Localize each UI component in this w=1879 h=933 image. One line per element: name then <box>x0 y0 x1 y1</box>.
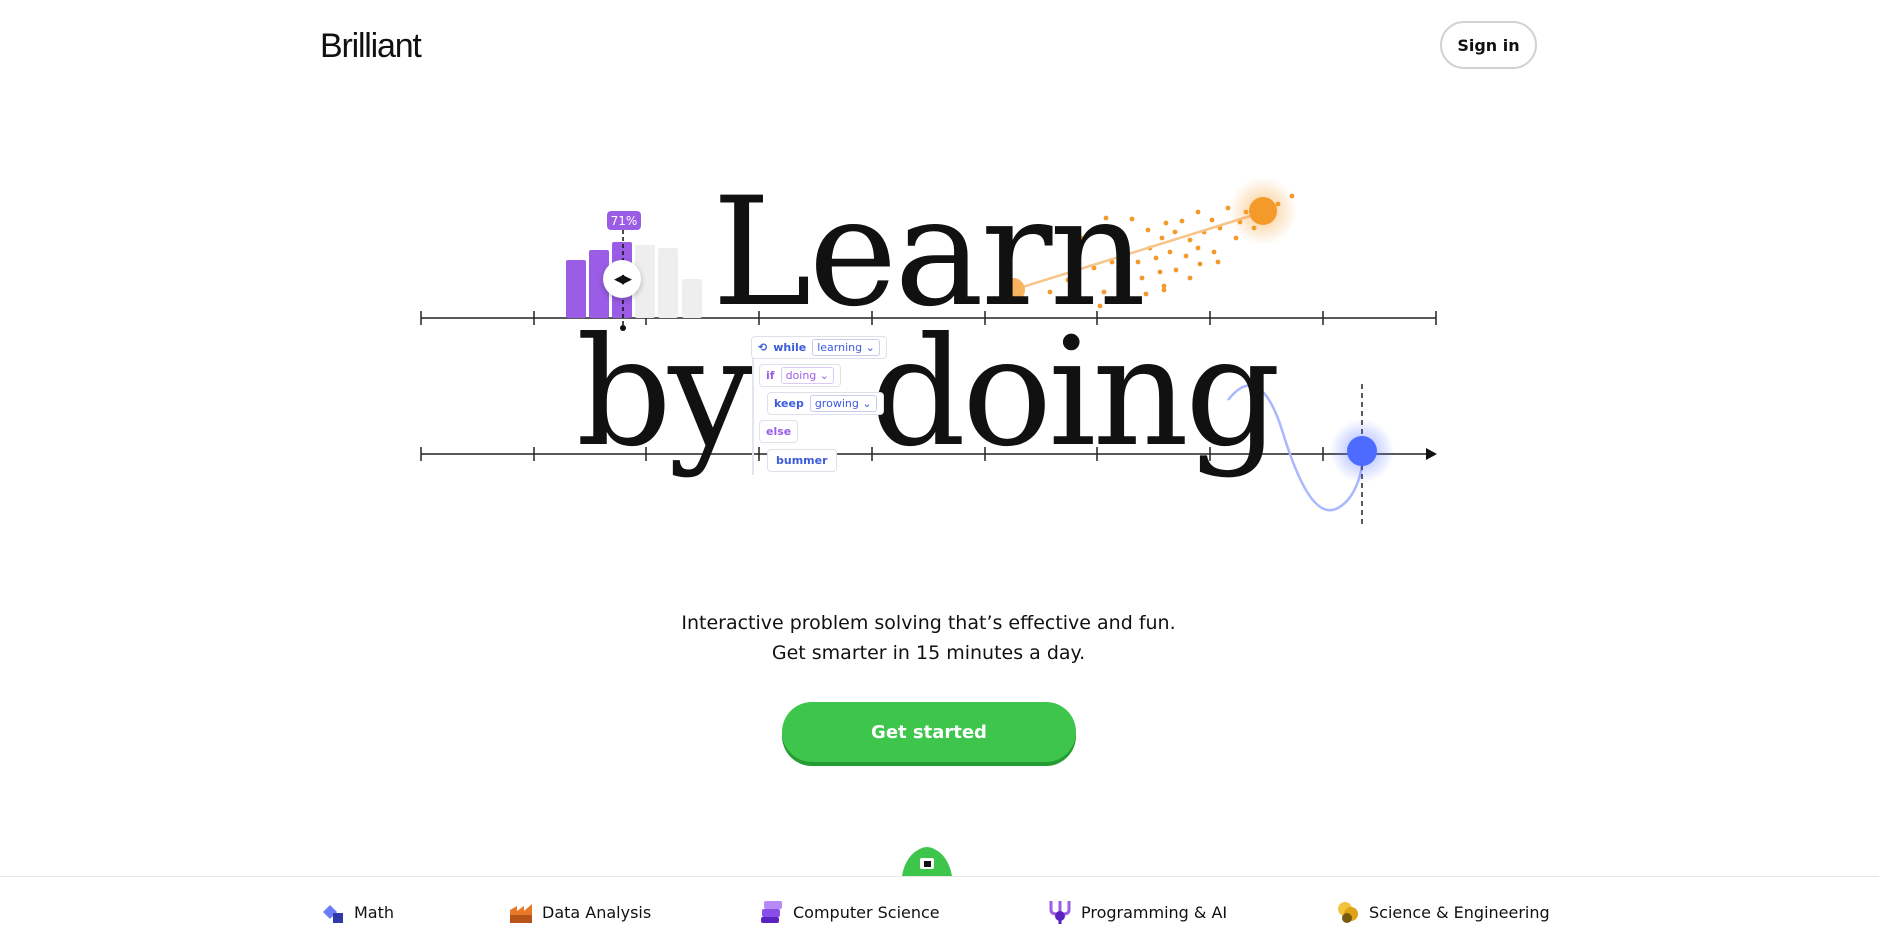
category-programming-ai[interactable]: Programming & AI <box>1048 896 1227 928</box>
while-keyword: while <box>773 341 807 354</box>
if-keyword: if <box>766 369 775 382</box>
drag-handle-icon[interactable]: ◀▶ <box>603 260 641 298</box>
if-arg-dropdown[interactable]: doing ⌄ <box>780 367 835 384</box>
sine-handle <box>1347 436 1377 466</box>
keep-keyword: keep <box>774 397 804 410</box>
code-while-block[interactable]: ⟲ while learning ⌄ <box>751 336 887 359</box>
code-rail <box>752 345 754 475</box>
category-computer-science[interactable]: Computer Science <box>760 896 940 928</box>
mascot-icon <box>902 847 952 876</box>
code-if-block[interactable]: if doing ⌄ <box>759 364 842 387</box>
science-engineering-icon <box>1338 902 1358 923</box>
category-label: Programming & AI <box>1081 902 1228 922</box>
loop-icon: ⟲ <box>758 341 768 354</box>
category-nav: Math Data Analysis Computer Science Prog… <box>0 896 1879 928</box>
scatter-handle-top <box>1249 197 1277 225</box>
keep-arg-dropdown[interactable]: growing ⌄ <box>809 395 877 412</box>
programming-ai-icon <box>1049 901 1071 924</box>
tagline-line-2: Get smarter in 15 minutes a day. <box>771 642 1086 664</box>
category-label: Math <box>354 902 395 922</box>
category-math[interactable]: Math <box>321 896 394 928</box>
bummer-keyword: bummer <box>776 454 828 467</box>
data-analysis-icon <box>510 904 532 923</box>
axis-arrow-icon <box>1426 448 1437 460</box>
category-science-engineering[interactable]: Science & Engineering <box>1336 896 1550 928</box>
category-label: Data Analysis <box>542 902 652 922</box>
else-keyword: else <box>766 425 792 438</box>
headline-doing: doing <box>870 306 1281 480</box>
percent-badge: 71% <box>607 211 641 230</box>
category-divider <box>0 876 1879 877</box>
code-bummer-block[interactable]: bummer <box>767 449 837 472</box>
hero-illustration: Learn by doing 71% ◀▶ ⟲ while learning ⌄… <box>0 0 1879 540</box>
code-keep-block[interactable]: keep growing ⌄ <box>767 392 884 415</box>
category-label: Computer Science <box>793 902 940 922</box>
get-started-button[interactable]: Get started <box>782 702 1076 762</box>
headline-by: by <box>576 306 753 480</box>
code-else-block[interactable]: else <box>759 420 799 443</box>
tagline-line-1: Interactive problem solving that’s effec… <box>681 612 1176 634</box>
math-icon <box>323 905 343 923</box>
category-data-analysis[interactable]: Data Analysis <box>509 896 651 928</box>
category-label: Science & Engineering <box>1369 902 1550 922</box>
computer-science-icon <box>761 901 782 923</box>
while-arg-dropdown[interactable]: learning ⌄ <box>812 339 880 356</box>
